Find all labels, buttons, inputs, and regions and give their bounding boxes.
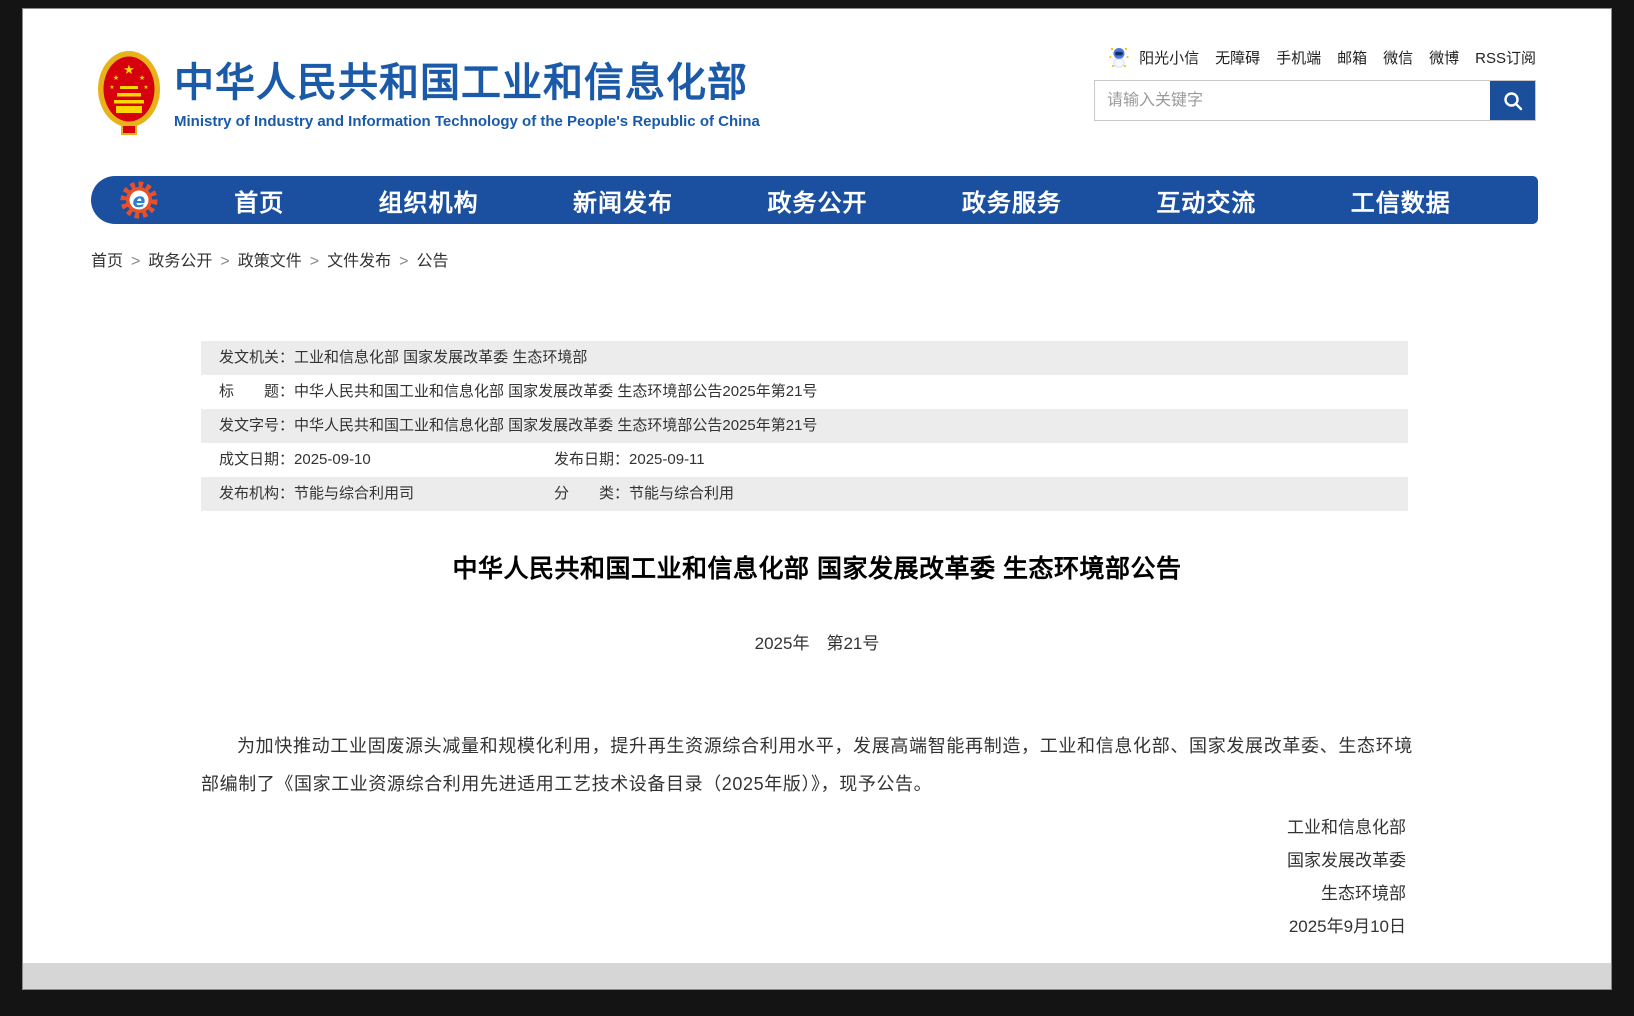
search-input[interactable]	[1095, 81, 1490, 120]
top-link-2[interactable]: 手机端	[1276, 47, 1321, 68]
page-title: 中华人民共和国工业和信息化部 国家发展改革委 生态环境部公告	[23, 549, 1611, 585]
meta-col-1: 发文字号：中华人民共和国工业和信息化部 国家发展改革委 生态环境部公告2025年…	[219, 409, 817, 443]
meta-label: 发文字号：	[219, 417, 294, 434]
robot-mascot-icon	[1109, 45, 1129, 69]
meta-value: 中华人民共和国工业和信息化部 国家发展改革委 生态环境部公告2025年第21号	[294, 417, 817, 434]
meta-value: 2025-09-11	[629, 451, 705, 468]
page: ★ ★ ★ ★ ★ 中华人民共和国工业和信息化部 Ministry of Ind…	[22, 8, 1612, 990]
meta-row-0: 发文机关：工业和信息化部 国家发展改革委 生态环境部	[201, 341, 1408, 375]
nav-item-5[interactable]: 互动交流	[1156, 183, 1256, 218]
doc-number: 2025年 第21号	[23, 629, 1611, 654]
top-links-list: 阳光小信无障碍手机端邮箱微信微博 RSS订阅	[1094, 45, 1536, 69]
meta-col-2: 发布日期：2025-09-11	[554, 443, 705, 477]
nav-item-0[interactable]: 首页	[234, 183, 284, 218]
doc-body: 为加快推动工业固废源头减量和规模化利用，提升再生资源综合利用水平，发展高端智能再…	[201, 727, 1413, 803]
meta-label: 发文机关：	[219, 349, 294, 366]
meta-row-4: 发布机构：节能与综合利用司分 类：节能与综合利用	[201, 477, 1408, 511]
breadcrumb: 首页 > 政务公开 > 政策文件 > 文件发布 > 公告	[91, 252, 448, 272]
signature-line-2: 生态环境部	[1287, 877, 1406, 910]
svg-text:★: ★	[109, 84, 114, 91]
footer-strip	[23, 963, 1611, 989]
search-icon	[1502, 90, 1524, 112]
meta-value: 工业和信息化部 国家发展改革委 生态环境部	[294, 349, 587, 366]
main-nav-list: 首页 组织机构 新闻发布 政务公开 政务服务 互动交流 工信数据	[187, 183, 1538, 218]
national-emblem: ★ ★ ★ ★ ★	[96, 49, 162, 139]
meta-row-2: 发文字号：中华人民共和国工业和信息化部 国家发展改革委 生态环境部公告2025年…	[201, 409, 1408, 443]
top-link-0[interactable]: 阳光小信	[1139, 47, 1199, 68]
search-button[interactable]	[1490, 81, 1535, 120]
meta-label: 发布日期：	[554, 451, 629, 468]
nav-item-1[interactable]: 组织机构	[379, 183, 479, 218]
svg-text:★: ★	[113, 74, 119, 82]
meta-col-2: 分 类：节能与综合利用	[554, 477, 734, 511]
main-nav: e 首页 组织机构 新闻发布 政务公开 政务服务 互动交流 工信数据	[91, 176, 1538, 224]
svg-text:★: ★	[139, 74, 145, 82]
top-link-1[interactable]: 无障碍	[1215, 47, 1260, 68]
meta-row-3: 成文日期：2025-09-10发布日期：2025-09-11	[201, 443, 1408, 477]
meta-table: 发文机关：工业和信息化部 国家发展改革委 生态环境部标 题：中华人民共和国工业和…	[201, 341, 1408, 511]
signature-block: 工业和信息化部国家发展改革委生态环境部2025年9月10日	[1287, 811, 1406, 943]
top-link-5[interactable]: 微博	[1429, 47, 1459, 68]
meta-col-1: 发文机关：工业和信息化部 国家发展改革委 生态环境部	[219, 341, 587, 375]
meta-label: 发布机构：	[219, 485, 294, 502]
svg-text:★: ★	[123, 62, 135, 77]
breadcrumb-separator: >	[131, 253, 140, 270]
meta-label: 分 类：	[554, 485, 629, 502]
breadcrumb-separator: >	[399, 253, 408, 270]
signature-line-1: 国家发展改革委	[1287, 844, 1406, 877]
top-link-4[interactable]: 微信	[1383, 47, 1413, 68]
search-bar	[1094, 80, 1536, 121]
meta-col-1: 成文日期：2025-09-10	[219, 443, 554, 477]
miit-gear-logo-icon: e	[91, 178, 187, 222]
header-right: 阳光小信无障碍手机端邮箱微信微博 RSS订阅	[1094, 45, 1536, 121]
site-subtitle: Ministry of Industry and Information Tec…	[174, 113, 760, 130]
meta-value: 2025-09-10	[294, 451, 371, 468]
breadcrumb-item-1[interactable]: 政务公开	[148, 253, 212, 270]
svg-text:★: ★	[143, 84, 148, 91]
top-link-3[interactable]: 邮箱	[1337, 47, 1367, 68]
breadcrumb-separator: >	[220, 253, 229, 270]
breadcrumb-item-0[interactable]: 首页	[91, 253, 123, 270]
meta-label: 成文日期：	[219, 451, 294, 468]
breadcrumb-item-2[interactable]: 政策文件	[238, 253, 302, 270]
breadcrumb-item-3[interactable]: 文件发布	[327, 253, 391, 270]
nav-item-4[interactable]: 政务服务	[962, 183, 1062, 218]
signature-line-3: 2025年9月10日	[1287, 910, 1406, 943]
breadcrumb-separator: >	[310, 253, 319, 270]
meta-col-1: 发布机构：节能与综合利用司	[219, 477, 554, 511]
nav-item-2[interactable]: 新闻发布	[573, 183, 673, 218]
meta-col-1: 标 题：中华人民共和国工业和信息化部 国家发展改革委 生态环境部公告2025年第…	[219, 375, 817, 409]
site-title: 中华人民共和国工业和信息化部	[174, 59, 760, 107]
meta-value: 中华人民共和国工业和信息化部 国家发展改革委 生态环境部公告2025年第21号	[294, 383, 817, 400]
svg-text:e: e	[133, 190, 146, 212]
site-brand: ★ ★ ★ ★ ★ 中华人民共和国工业和信息化部 Ministry of Ind…	[96, 49, 760, 139]
meta-value: 节能与综合利用	[629, 485, 734, 502]
brand-text: 中华人民共和国工业和信息化部 Ministry of Industry and …	[174, 59, 760, 130]
meta-label: 标 题：	[219, 383, 294, 400]
top-link-6[interactable]: RSS订阅	[1475, 47, 1536, 68]
nav-item-3[interactable]: 政务公开	[767, 183, 867, 218]
meta-row-1: 标 题：中华人民共和国工业和信息化部 国家发展改革委 生态环境部公告2025年第…	[201, 375, 1408, 409]
meta-value: 节能与综合利用司	[294, 485, 414, 502]
signature-line-0: 工业和信息化部	[1287, 811, 1406, 844]
breadcrumb-item-4: 公告	[416, 253, 448, 270]
nav-item-6[interactable]: 工信数据	[1351, 183, 1451, 218]
